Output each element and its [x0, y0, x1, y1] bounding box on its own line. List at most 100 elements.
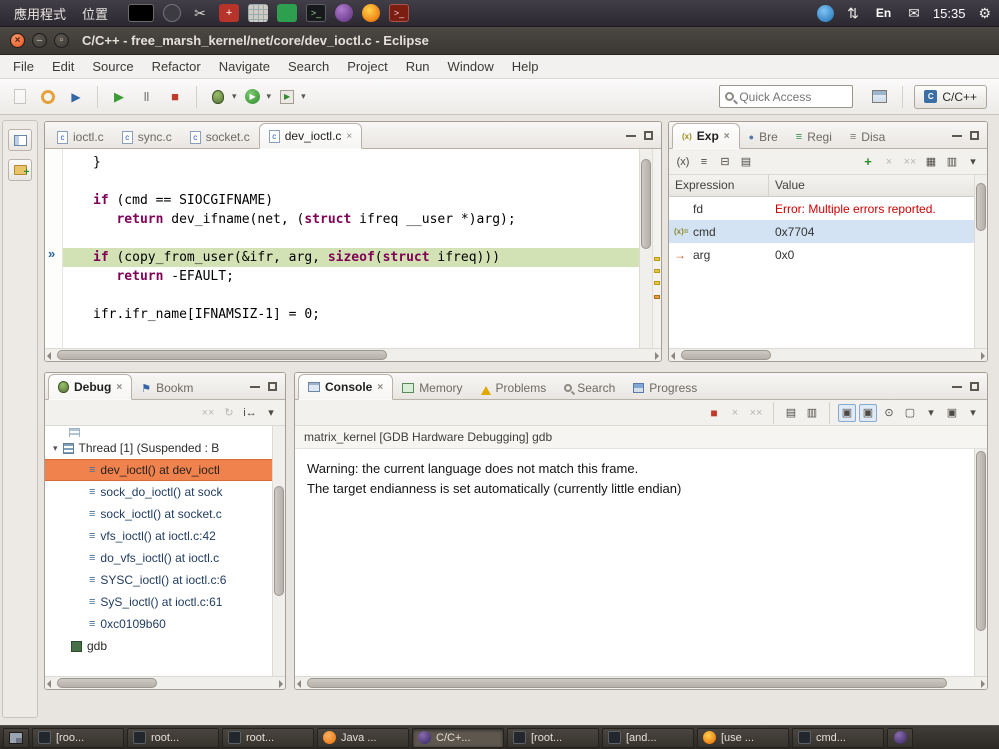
resume-icon[interactable]: ▶: [107, 85, 131, 109]
terminal-app-icon[interactable]: >_: [306, 4, 327, 22]
gdb-process-node[interactable]: gdb: [45, 635, 272, 657]
editor-tab[interactable]: c ioctl.c ×: [48, 125, 113, 149]
purple-app-icon[interactable]: [335, 4, 354, 22]
menu-item[interactable]: Run: [397, 56, 439, 77]
thread-node[interactable]: ▾ Thread [1] (Suspended : B: [45, 437, 272, 459]
menu-item[interactable]: Window: [439, 56, 503, 77]
window-close-button[interactable]: ×: [10, 33, 25, 48]
session-gear-icon[interactable]: ⚙: [978, 5, 991, 22]
editor-tab[interactable]: c socket.c ×: [181, 125, 259, 149]
round-app-icon[interactable]: [163, 4, 182, 22]
expression-row[interactable]: fd Error: Multiple errors reported.: [669, 197, 974, 220]
table-mode-icon[interactable]: ▦: [922, 153, 940, 171]
show-logical-structure-icon[interactable]: ≡: [695, 153, 713, 171]
quick-access-input[interactable]: [739, 89, 840, 104]
close-tab-icon[interactable]: ×: [724, 131, 730, 142]
firefox-icon[interactable]: [362, 4, 381, 22]
red-terminal-icon[interactable]: >_: [389, 4, 410, 22]
clear-console-icon[interactable]: ▤: [782, 404, 800, 422]
terminate-icon[interactable]: ■: [163, 85, 187, 109]
debug-horizontal-scrollbar[interactable]: [45, 676, 285, 689]
menu-item[interactable]: Edit: [43, 56, 83, 77]
pin-console-icon[interactable]: ⊙: [880, 404, 898, 422]
run-dropdown-icon[interactable]: ▾: [267, 91, 272, 102]
run-icon[interactable]: ▶: [241, 85, 265, 109]
project-explorer-trim-button[interactable]: [8, 159, 32, 181]
maximize-icon[interactable]: [970, 381, 979, 391]
tab-disassembly[interactable]: ≡ Disa: [841, 125, 894, 149]
display-console-dropdown-icon[interactable]: ▾: [922, 404, 940, 422]
red-app-icon[interactable]: +: [219, 4, 240, 22]
stack-frame[interactable]: ≡ do_vfs_ioctl() at ioctl.c: [45, 547, 272, 569]
console-horizontal-scrollbar[interactable]: [295, 676, 987, 689]
stack-frame[interactable]: ≡ SYSC_ioctl() at ioctl.c:6: [45, 569, 272, 591]
places-menu[interactable]: 位置: [76, 4, 114, 23]
scroll-lock-icon[interactable]: ▥: [803, 404, 821, 422]
menu-item[interactable]: File: [4, 56, 43, 77]
stack-frame[interactable]: ≡ vfs_ioctl() at ioctl.c:42: [45, 525, 272, 547]
perspective-cpp-button[interactable]: C C/C++: [914, 84, 987, 109]
stack-frame[interactable]: ≡ 0xc0109b60: [45, 613, 272, 635]
remove-launch-icon[interactable]: ×: [726, 404, 744, 422]
remove-expression-icon[interactable]: ×: [880, 153, 898, 171]
minimize-icon[interactable]: [952, 385, 962, 388]
tab-progress[interactable]: Progress: [624, 376, 706, 400]
calculator-icon[interactable]: [248, 4, 269, 22]
add-expression-icon[interactable]: +: [859, 153, 877, 171]
remove-all-launches-icon[interactable]: ××: [747, 404, 765, 422]
step-into-icon[interactable]: ▶: [64, 85, 88, 109]
stack-frame[interactable]: ≡ dev_ioctl() at dev_ioctl: [45, 459, 272, 481]
terminal-preview-icon[interactable]: [128, 4, 155, 22]
editor-vertical-scrollbar[interactable]: [639, 149, 652, 348]
taskbar-window-button[interactable]: Java ...: [317, 727, 409, 748]
tab-expressions[interactable]: (x) Exp ×: [672, 123, 740, 149]
menu-item[interactable]: Navigate: [210, 56, 279, 77]
expressions-vertical-scrollbar[interactable]: [974, 175, 987, 348]
show-console-stdout-icon[interactable]: ▣: [838, 403, 856, 422]
close-tab-icon[interactable]: ×: [377, 382, 383, 393]
show-type-names-icon[interactable]: (x): [674, 153, 692, 171]
tab-console[interactable]: Console ×: [298, 374, 394, 400]
restore-view-button[interactable]: [8, 129, 32, 151]
expressions-table-header[interactable]: Expression Value: [669, 175, 974, 197]
new-wizard-icon[interactable]: [8, 85, 32, 109]
taskbar-window-button[interactable]: [and...: [602, 727, 694, 748]
open-perspective-icon[interactable]: [867, 85, 891, 109]
maximize-icon[interactable]: [268, 381, 277, 391]
tab-registers[interactable]: ≡ Regi: [787, 125, 841, 149]
taskbar-window-button[interactable]: root...: [222, 727, 314, 748]
minimize-icon[interactable]: [250, 385, 260, 388]
column-value[interactable]: Value: [769, 175, 974, 196]
menu-item[interactable]: Project: [338, 56, 396, 77]
terminate-console-icon[interactable]: ■: [705, 404, 723, 422]
annotation-ruler[interactable]: »: [45, 149, 63, 348]
tab-problems[interactable]: Problems: [472, 376, 556, 400]
scissors-icon[interactable]: ✂: [190, 4, 210, 22]
tab-bookmarks[interactable]: ⚑ Bookm: [132, 376, 202, 400]
clock[interactable]: 15:35: [933, 6, 966, 21]
columns-icon[interactable]: ▥: [943, 153, 961, 171]
taskbar-window-button[interactable]: [root...: [507, 727, 599, 748]
suspend-icon[interactable]: ‖: [135, 85, 159, 109]
debug-dropdown-icon[interactable]: ▾: [232, 91, 237, 102]
taskbar-window-button[interactable]: [use ...: [697, 727, 789, 748]
maximize-icon[interactable]: [644, 130, 653, 140]
minimize-icon[interactable]: [952, 134, 962, 137]
restart-icon[interactable]: ↻: [220, 404, 238, 422]
show-console-stderr-icon[interactable]: ▣: [859, 403, 877, 422]
expressions-horizontal-scrollbar[interactable]: [669, 348, 987, 361]
menu-item[interactable]: Search: [279, 56, 338, 77]
close-tab-icon[interactable]: ×: [346, 131, 352, 142]
taskbar-app-button[interactable]: [887, 727, 913, 748]
view-menu-icon[interactable]: ▾: [964, 153, 982, 171]
layout-icon[interactable]: ▤: [737, 153, 755, 171]
expander-icon[interactable]: ▾: [53, 443, 58, 454]
editor-tab[interactable]: c sync.c ×: [113, 125, 181, 149]
tab-breakpoints[interactable]: ● Bre: [740, 125, 787, 149]
green-app-icon[interactable]: [277, 4, 298, 22]
editor-tab[interactable]: c dev_ioctl.c ×: [258, 123, 363, 149]
menu-item[interactable]: Refactor: [143, 56, 210, 77]
keyboard-indicator[interactable]: En: [872, 5, 895, 21]
tab-search[interactable]: Search: [555, 376, 624, 400]
debug-vertical-scrollbar[interactable]: [272, 426, 285, 676]
